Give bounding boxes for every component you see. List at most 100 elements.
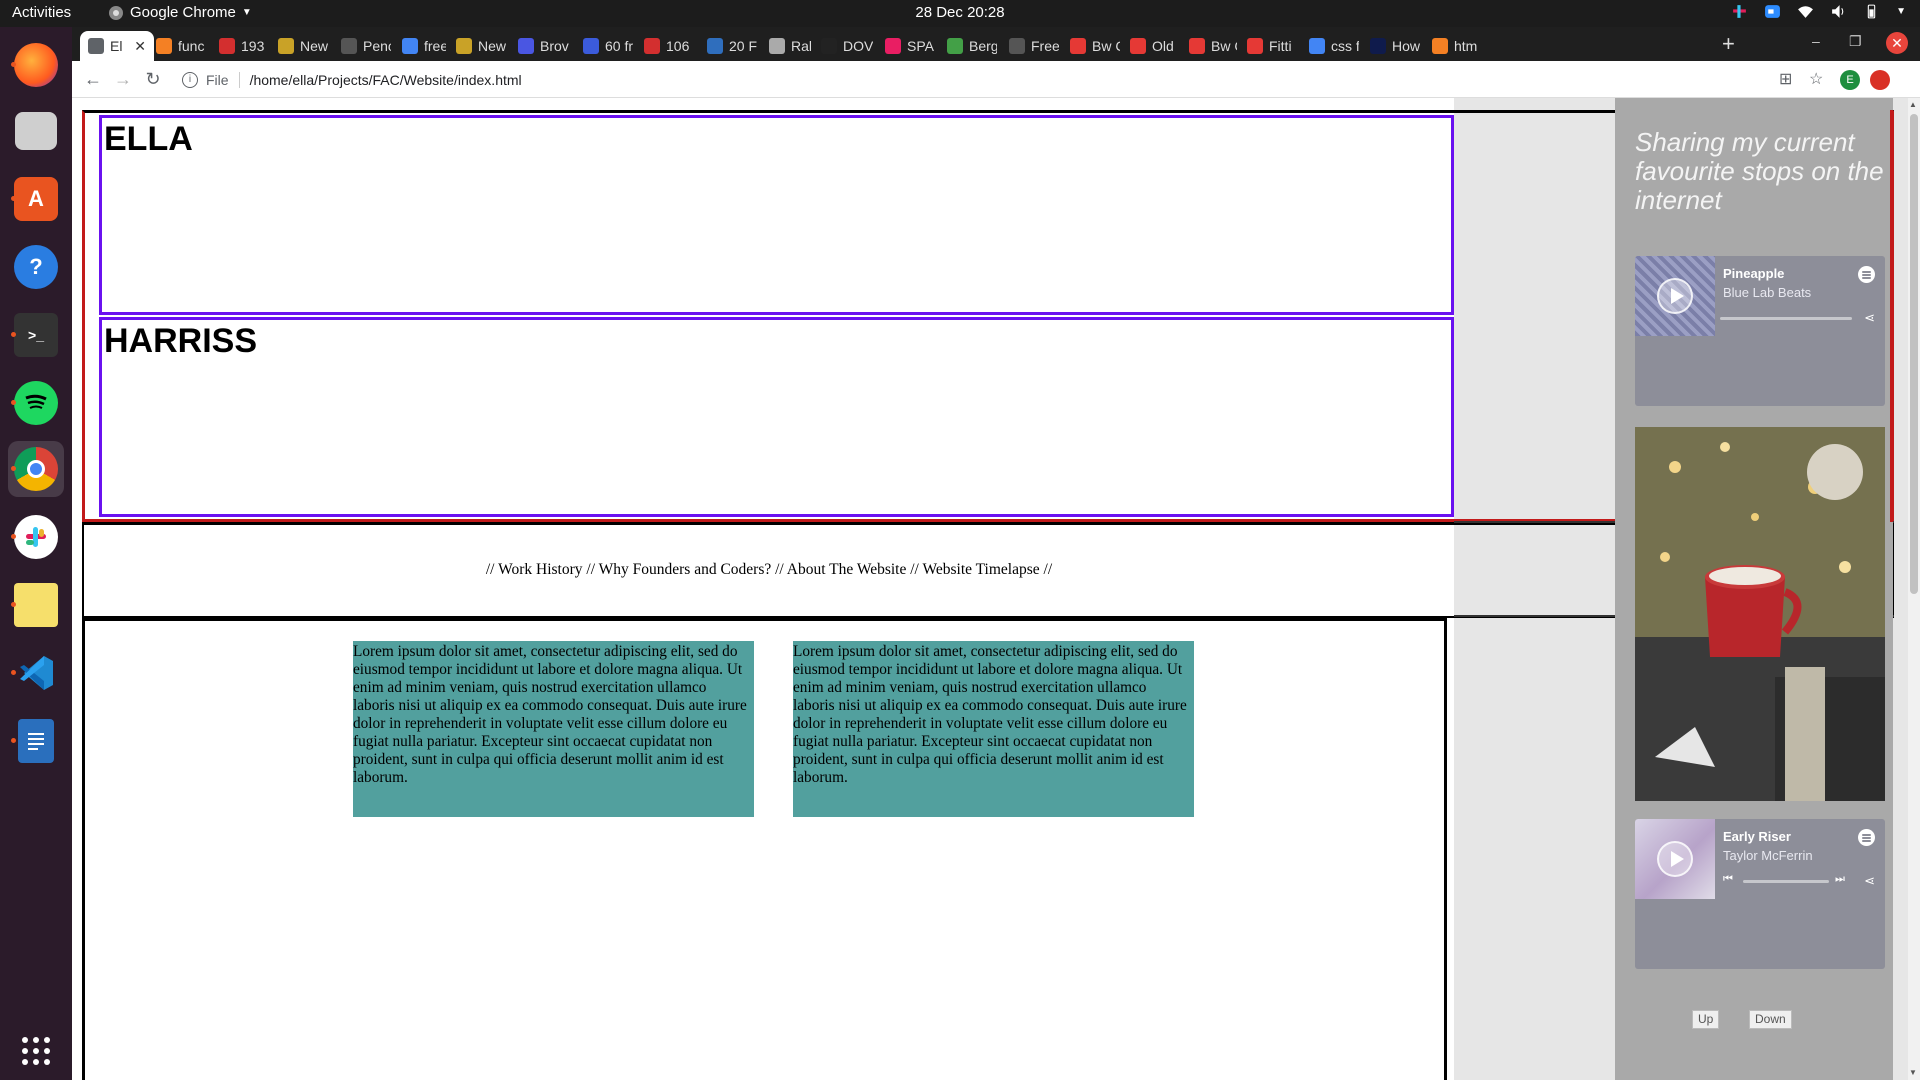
tab[interactable]: htm — [1424, 31, 1484, 61]
track-title[interactable]: Pineapple — [1723, 266, 1784, 281]
forward-button[interactable]: → — [112, 68, 134, 90]
spotify-icon — [14, 381, 58, 425]
minimize-button[interactable]: – — [1812, 33, 1820, 49]
tab[interactable]: 20 F — [699, 31, 757, 61]
scrollbar-thumb[interactable] — [1910, 114, 1918, 594]
page-scrollbar[interactable]: ▲ ▼ — [1908, 98, 1920, 1080]
tab[interactable]: Free — [1001, 31, 1059, 61]
tab[interactable]: 60 fr — [575, 31, 633, 61]
next-track-icon[interactable]: ⏭ — [1835, 873, 1845, 886]
tab[interactable]: Penc — [333, 31, 391, 61]
slack-tray-icon[interactable] — [1731, 3, 1748, 20]
tab[interactable]: Berg — [939, 31, 997, 61]
close-tab-icon[interactable]: ✕ — [134, 38, 146, 55]
dock-firefox[interactable] — [8, 37, 64, 93]
nav-link-about-website[interactable]: About The Website — [787, 561, 907, 578]
bookmark-star-icon[interactable]: ☆ — [1809, 69, 1823, 89]
new-tab-button[interactable]: + — [1722, 31, 1735, 57]
spotify-player[interactable]: Early Riser Taylor McFerrin ⏮ ⏭ ⋖ — [1635, 819, 1885, 969]
extension-icon[interactable] — [1870, 70, 1890, 90]
newspaper-icon — [278, 38, 294, 54]
running-indicator — [11, 400, 16, 405]
dock-files[interactable] — [8, 103, 64, 159]
clock[interactable]: 28 Dec 20:28 — [0, 4, 1920, 21]
dock-vscode[interactable] — [8, 645, 64, 701]
nav-link-why-fac[interactable]: Why Founders and Coders? — [599, 561, 772, 578]
tab[interactable]: css f — [1301, 31, 1359, 61]
tab[interactable]: Old — [1122, 31, 1178, 61]
tab-label: free — [424, 38, 446, 54]
reload-button[interactable]: ↻ — [142, 68, 164, 90]
scroll-up-arrow-icon[interactable]: ▲ — [1909, 100, 1917, 109]
content-section: Lorem ipsum dolor sit amet, consectetur … — [82, 618, 1447, 1080]
tab[interactable]: Fitti — [1239, 31, 1297, 61]
tab-label: DOV — [843, 38, 873, 54]
down-button[interactable]: Down — [1749, 1010, 1792, 1029]
previous-track-icon[interactable]: ⏮ — [1723, 873, 1733, 886]
show-applications-button[interactable] — [8, 1023, 64, 1079]
tab[interactable]: DOV — [813, 31, 873, 61]
tab[interactable]: Brov — [510, 31, 572, 61]
profile-avatar[interactable]: E — [1840, 70, 1860, 90]
tab[interactable]: 193 — [211, 31, 267, 61]
dock-spotify[interactable] — [8, 375, 64, 431]
progress-bar[interactable] — [1743, 880, 1829, 883]
dock-ubuntu-software[interactable]: A — [8, 171, 64, 227]
spotify-logo-icon[interactable] — [1858, 266, 1875, 283]
volume-icon[interactable] — [1830, 3, 1847, 20]
close-window-button[interactable]: ✕ — [1886, 32, 1908, 54]
restore-button[interactable]: ❐ — [1849, 33, 1862, 50]
tab[interactable]: New — [448, 31, 508, 61]
app-menu[interactable]: Google Chrome ▼ — [108, 4, 252, 21]
system-menu-chevron-icon[interactable]: ▼ — [1896, 6, 1906, 17]
play-icon[interactable] — [1657, 841, 1693, 877]
tab-active[interactable]: El ✕ — [80, 31, 154, 61]
translate-icon[interactable]: ⊞ — [1779, 69, 1792, 89]
track-artist[interactable]: Blue Lab Beats — [1723, 285, 1811, 300]
share-icon[interactable]: ⋖ — [1864, 873, 1875, 889]
chevron-down-icon: ▼ — [241, 7, 252, 18]
dock-chrome[interactable] — [8, 441, 64, 497]
tab[interactable]: Bw C — [1181, 31, 1237, 61]
activities-button[interactable]: Activities — [12, 4, 71, 21]
spotify-player[interactable]: Pineapple Blue Lab Beats ⋖ — [1635, 256, 1885, 406]
up-button[interactable]: Up — [1692, 1010, 1720, 1029]
dock-sticky-notes[interactable] — [8, 577, 64, 633]
tab[interactable]: free — [394, 31, 446, 61]
f-blue-icon — [518, 38, 534, 54]
tab-label: 60 fr — [605, 38, 633, 54]
wifi-icon[interactable] — [1797, 3, 1814, 20]
tab[interactable]: 106 — [636, 31, 696, 61]
tab[interactable]: How — [1362, 31, 1420, 61]
info-icon[interactable]: i — [182, 71, 198, 88]
address-url[interactable]: /home/ella/Projects/FAC/Website/index.ht… — [250, 72, 522, 88]
tab-label: func — [178, 38, 205, 54]
progress-bar[interactable] — [1720, 317, 1852, 320]
dock-help[interactable]: ? — [8, 239, 64, 295]
battery-icon[interactable] — [1863, 3, 1880, 20]
tab[interactable]: New — [270, 31, 330, 61]
tab-label: htm — [1454, 38, 1478, 54]
nav-link-work-history[interactable]: Work History — [498, 561, 582, 578]
nav-link-timelapse[interactable]: Website Timelapse — [922, 561, 1039, 578]
dock-writer[interactable] — [8, 713, 64, 769]
address-bar[interactable]: i File /home/ella/Projects/FAC/Website/i… — [182, 65, 1752, 94]
zoom-tray-icon[interactable] — [1764, 3, 1781, 20]
tab[interactable]: func — [148, 31, 208, 61]
dock-slack[interactable] — [8, 509, 64, 565]
play-icon[interactable] — [1657, 278, 1693, 314]
system-tray[interactable]: ▼ — [1731, 3, 1906, 20]
track-artist[interactable]: Taylor McFerrin — [1723, 848, 1813, 863]
spotify-logo-icon[interactable] — [1858, 829, 1875, 846]
track-title[interactable]: Early Riser — [1723, 829, 1791, 844]
back-button[interactable]: ← — [82, 68, 104, 90]
favourites-sidebar: Sharing my current favourite stops on th… — [1615, 98, 1893, 1080]
tab[interactable]: SPAI — [877, 31, 935, 61]
scroll-down-arrow-icon[interactable]: ▼ — [1909, 1068, 1917, 1077]
dock-terminal[interactable]: >_ — [8, 307, 64, 363]
nav-links: // Work History // Why Founders and Code… — [84, 561, 1454, 579]
tab[interactable]: Rale — [761, 31, 811, 61]
share-icon[interactable]: ⋖ — [1864, 310, 1875, 326]
tab[interactable]: Bw C — [1062, 31, 1120, 61]
running-indicator — [11, 738, 16, 743]
